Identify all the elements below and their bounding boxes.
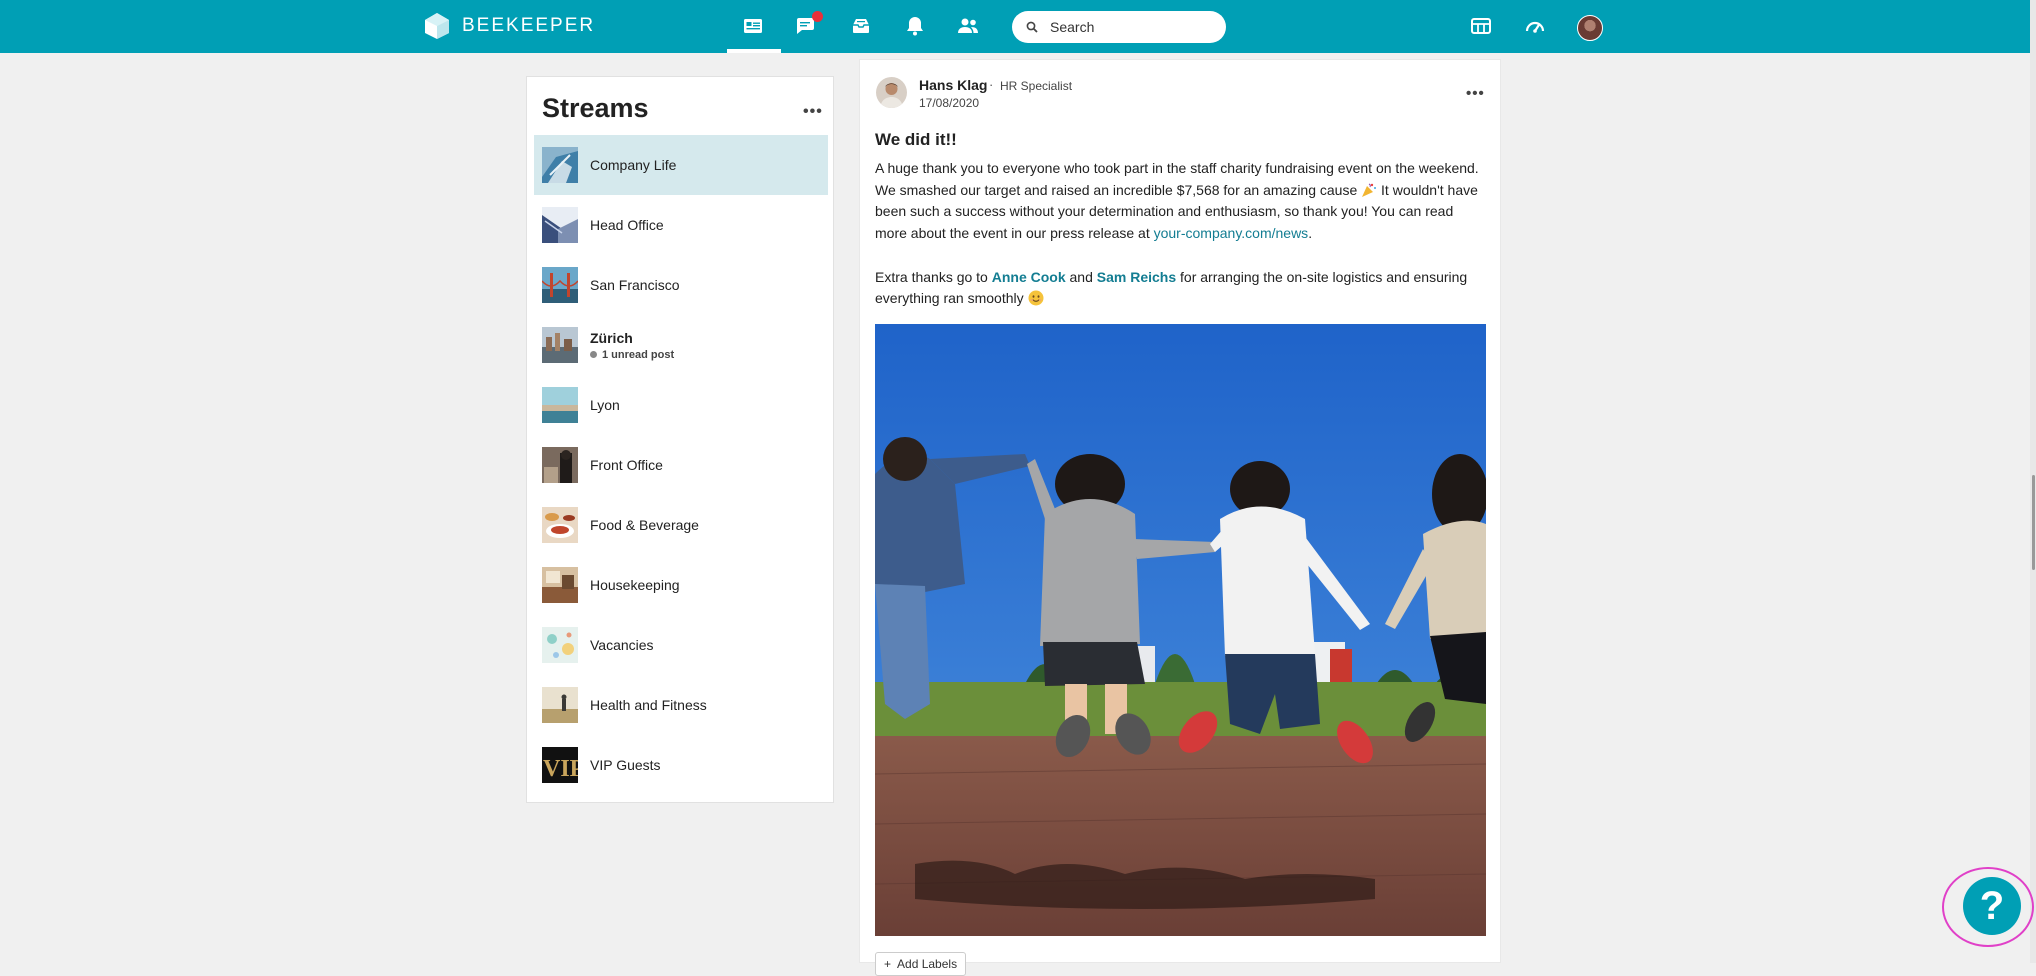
- notifications-icon[interactable]: [902, 13, 928, 39]
- post-card: Hans Klag · HR Specialist 17/08/2020 •••…: [859, 59, 1501, 976]
- stream-item-vip-guests[interactable]: VIP VIP Guests: [534, 735, 828, 795]
- help-question-icon: ?: [1979, 883, 2005, 928]
- stream-thumbnail-icon: [542, 687, 578, 723]
- press-release-link[interactable]: your-company.com/news: [1154, 225, 1309, 241]
- app-logo[interactable]: BEEKEEPER: [424, 12, 595, 40]
- stream-list: Company Life Head Office San Francisco Z…: [534, 135, 828, 795]
- stream-item-vacancies[interactable]: Vacancies: [534, 615, 828, 675]
- unread-indicator: 1 unread post: [590, 349, 674, 361]
- stream-thumbnail-icon: [542, 627, 578, 663]
- stream-item-zurich[interactable]: Zürich 1 unread post: [534, 315, 828, 375]
- plus-icon: +: [884, 957, 892, 971]
- stream-thumbnail-icon: [542, 567, 578, 603]
- stream-item-housekeeping[interactable]: Housekeeping: [534, 555, 828, 615]
- author-name[interactable]: Hans Klag: [919, 77, 987, 93]
- stream-thumbnail-icon: VIP: [542, 747, 578, 783]
- post-body: A huge thank you to everyone who took pa…: [875, 158, 1487, 332]
- author-avatar[interactable]: [876, 77, 907, 108]
- svg-text:VIP: VIP: [543, 756, 578, 782]
- stream-item-lyon[interactable]: Lyon: [534, 375, 828, 435]
- post-paragraph: Extra thanks go to Anne Cook and Sam Rei…: [875, 267, 1487, 310]
- stream-label: Housekeeping: [590, 577, 680, 593]
- beekeeper-logo-icon: [425, 13, 449, 39]
- active-nav-indicator: [727, 49, 781, 53]
- stream-label: Health and Fitness: [590, 697, 707, 713]
- stream-label: Zürich: [590, 329, 633, 346]
- author-separator: ·: [989, 77, 994, 92]
- streams-title: Streams: [542, 93, 649, 123]
- stream-thumbnail-icon: [542, 207, 578, 243]
- stream-label: Food & Beverage: [590, 517, 699, 533]
- inbox-icon[interactable]: [848, 13, 874, 39]
- search-bar[interactable]: [1012, 11, 1226, 43]
- stream-thumbnail-icon: [542, 267, 578, 303]
- people-icon[interactable]: [955, 13, 981, 39]
- stream-label: Lyon: [590, 397, 620, 413]
- stream-label: Head Office: [590, 217, 664, 233]
- add-labels-label: Add Labels: [897, 957, 958, 971]
- search-icon: [1026, 21, 1038, 33]
- avatar[interactable]: [1577, 15, 1603, 41]
- stream-thumbnail-icon: [542, 147, 578, 183]
- stream-item-company-life[interactable]: Company Life: [534, 135, 828, 195]
- stream-item-health-fitness[interactable]: Health and Fitness: [534, 675, 828, 735]
- streams-panel: Streams ••• Company Life Head Office San…: [526, 76, 834, 803]
- stream-item-food-beverage[interactable]: Food & Beverage: [534, 495, 828, 555]
- post-image[interactable]: [875, 324, 1486, 936]
- post-paragraph: A huge thank you to everyone who took pa…: [875, 158, 1487, 245]
- stream-item-san-francisco[interactable]: San Francisco: [534, 255, 828, 315]
- post-text: .: [1308, 225, 1313, 242]
- stream-thumbnail-icon: [542, 447, 578, 483]
- mention-anne-cook[interactable]: Anne Cook: [992, 269, 1066, 285]
- post-more-options-icon[interactable]: •••: [1466, 85, 1485, 102]
- stream-label: Front Office: [590, 457, 663, 473]
- post-text: and: [1065, 268, 1097, 285]
- dashboard-icon[interactable]: [1522, 13, 1548, 39]
- stream-item-front-office[interactable]: Front Office: [534, 435, 828, 495]
- unread-dot-icon: [590, 351, 597, 358]
- smiling-face-icon: [1028, 290, 1044, 306]
- top-bar: BEEKEEPER: [0, 0, 2036, 53]
- post-title: We did it!!: [875, 130, 957, 149]
- post-text: Extra thanks go to: [875, 268, 992, 285]
- stream-thumbnail-icon: [542, 327, 578, 363]
- add-labels-button[interactable]: + Add Labels: [875, 952, 967, 976]
- stream-label: Company Life: [590, 157, 677, 173]
- more-options-icon[interactable]: •••: [803, 103, 823, 121]
- stream-label: San Francisco: [590, 277, 680, 293]
- mention-sam-reichs[interactable]: Sam Reichs: [1097, 269, 1176, 285]
- stream-label: VIP Guests: [590, 757, 661, 773]
- streams-icon[interactable]: [740, 13, 766, 39]
- search-input[interactable]: [1048, 18, 1202, 36]
- author-role: HR Specialist: [1000, 79, 1073, 93]
- party-popper-icon: [1362, 183, 1377, 197]
- stream-item-head-office[interactable]: Head Office: [534, 195, 828, 255]
- stream-label: Vacancies: [590, 637, 654, 653]
- help-button[interactable]: ?: [1963, 877, 2021, 935]
- stream-thumbnail-icon: [542, 507, 578, 543]
- scrollbar-thumb[interactable]: [2032, 475, 2035, 570]
- post-date: 17/08/2020: [919, 96, 980, 110]
- app-name: BEEKEEPER: [462, 15, 596, 36]
- stream-text: Zürich 1 unread post: [590, 330, 674, 361]
- chat-unread-badge: [812, 11, 823, 22]
- stream-thumbnail-icon: [542, 387, 578, 423]
- apps-icon[interactable]: [1468, 13, 1494, 39]
- unread-count: 1 unread post: [602, 348, 675, 361]
